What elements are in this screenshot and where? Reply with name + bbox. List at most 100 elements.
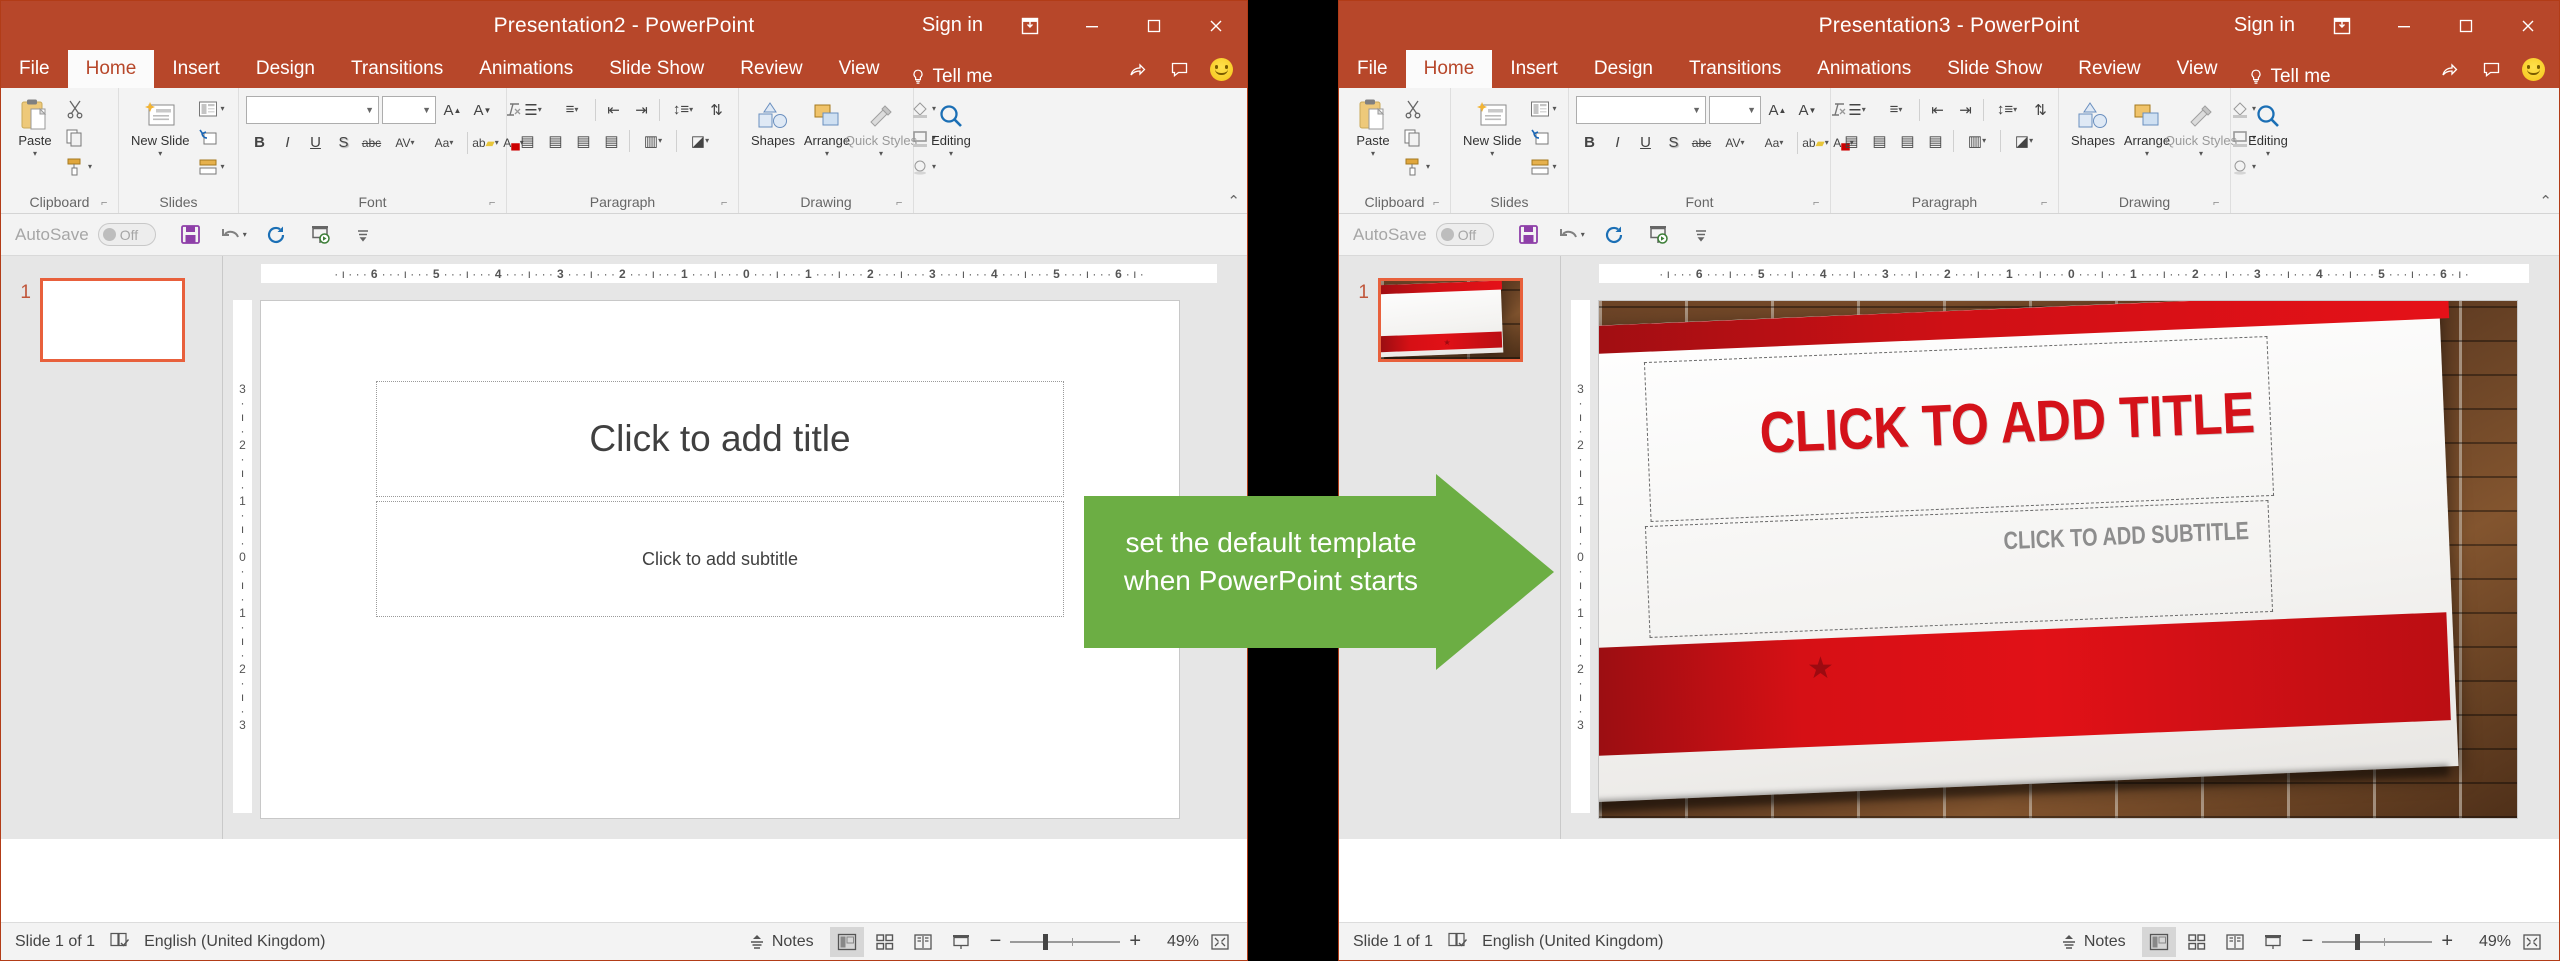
normal-view-button[interactable] bbox=[2141, 926, 2176, 957]
editing-button[interactable]: Editing ▾ bbox=[2241, 94, 2295, 160]
slide-show-view-button[interactable] bbox=[2256, 927, 2290, 957]
chevron-down-icon[interactable]: ▾ bbox=[2199, 149, 2203, 158]
shapes-button[interactable]: Shapes bbox=[746, 94, 800, 151]
increase-indent-icon[interactable]: ⇥ bbox=[1952, 96, 1979, 123]
sign-in-button[interactable]: Sign in bbox=[906, 14, 999, 37]
chevron-down-icon[interactable]: ▾ bbox=[1426, 162, 1430, 171]
tab-slide-show[interactable]: Slide Show bbox=[591, 50, 722, 88]
redo-icon[interactable] bbox=[257, 218, 297, 252]
increase-font-size-icon[interactable]: A ▲ bbox=[439, 97, 466, 124]
format-painter-button[interactable]: ▾ bbox=[62, 153, 95, 180]
clipboard-dialog-launcher[interactable]: ⌐ bbox=[101, 198, 112, 209]
share-icon[interactable] bbox=[2429, 50, 2469, 88]
close-icon[interactable] bbox=[1185, 1, 1247, 50]
tab-file[interactable]: File bbox=[1, 50, 68, 88]
smiley-face-icon[interactable] bbox=[1201, 50, 1241, 88]
zoom-out-icon[interactable]: − bbox=[990, 930, 1002, 953]
numbering-icon[interactable]: ≡ ▾ bbox=[1877, 96, 1915, 123]
tab-animations[interactable]: Animations bbox=[1799, 50, 1929, 88]
bullets-icon[interactable]: ☰ ▾ bbox=[1838, 96, 1876, 123]
zoom-out-icon[interactable]: − bbox=[2302, 930, 2314, 953]
comments-icon[interactable] bbox=[2471, 50, 2511, 88]
decrease-indent-icon[interactable]: ⇤ bbox=[1924, 96, 1951, 123]
tab-insert[interactable]: Insert bbox=[1492, 50, 1576, 88]
zoom-slider[interactable]: − + bbox=[2302, 930, 2453, 953]
strikethrough-icon[interactable]: abc bbox=[1688, 129, 1715, 156]
new-slide-button[interactable]: New Slide ▾ bbox=[1458, 94, 1527, 160]
text-direction-icon[interactable]: ⇅ bbox=[703, 96, 730, 123]
change-case-icon[interactable]: Aa ▾ bbox=[425, 129, 463, 156]
drawing-dialog-launcher[interactable]: ⌐ bbox=[2213, 198, 2224, 209]
zoom-handle[interactable] bbox=[2355, 933, 2361, 950]
chevron-down-icon[interactable]: ▾ bbox=[33, 149, 37, 158]
line-spacing-icon[interactable]: ↕≡ ▾ bbox=[1988, 96, 2026, 123]
align-right-icon[interactable]: ▤ bbox=[570, 127, 597, 154]
zoom-in-icon[interactable]: + bbox=[2441, 930, 2453, 953]
cut-button[interactable] bbox=[1400, 95, 1433, 122]
slide-thumbnail-1[interactable]: ★ bbox=[1378, 278, 1523, 362]
horizontal-ruler[interactable]: · ı · · · 6 · · · ı · · · 5 · · · ı · · … bbox=[1599, 264, 2529, 283]
minimize-icon[interactable] bbox=[2373, 1, 2435, 50]
chevron-down-icon[interactable]: ▾ bbox=[221, 104, 225, 113]
chevron-down-icon[interactable]: ▾ bbox=[949, 149, 953, 158]
tab-transitions[interactable]: Transitions bbox=[333, 50, 461, 88]
reset-button[interactable] bbox=[195, 124, 228, 151]
tell-me-search[interactable]: Tell me bbox=[2235, 66, 2344, 88]
zoom-in-icon[interactable]: + bbox=[1129, 930, 1141, 953]
justify-icon[interactable]: ▤ bbox=[1922, 127, 1949, 154]
notes-button[interactable]: Notes bbox=[2060, 933, 2126, 951]
smiley-face-icon[interactable] bbox=[2513, 50, 2553, 88]
start-slideshow-icon[interactable] bbox=[1638, 218, 1678, 252]
redo-icon[interactable] bbox=[1595, 218, 1635, 252]
paste-button[interactable]: Paste ▾ bbox=[8, 94, 62, 160]
strikethrough-icon[interactable]: abc bbox=[358, 129, 385, 156]
chevron-down-icon[interactable]: ▾ bbox=[2145, 149, 2149, 158]
qat-overflow-icon[interactable] bbox=[1681, 218, 1721, 252]
paragraph-dialog-launcher[interactable]: ⌐ bbox=[721, 198, 732, 209]
collapse-ribbon-icon[interactable]: ⌃ bbox=[1227, 192, 1240, 210]
layout-button[interactable]: ▾ bbox=[1527, 95, 1560, 122]
text-shadow-icon[interactable]: S bbox=[330, 129, 357, 156]
italic-icon[interactable]: I bbox=[274, 129, 301, 156]
quick-styles-button[interactable]: Quick Styles ▾ bbox=[2165, 94, 2237, 160]
undo-icon[interactable]: ▾ bbox=[1552, 218, 1592, 252]
tab-insert[interactable]: Insert bbox=[154, 50, 238, 88]
smartart-icon[interactable]: ◪ ▾ bbox=[2005, 127, 2043, 154]
quick-styles-button[interactable]: Quick Styles ▾ bbox=[845, 94, 917, 160]
paste-button[interactable]: Paste ▾ bbox=[1346, 94, 1400, 160]
font-name-combo[interactable]: ▼ bbox=[246, 96, 379, 124]
collapse-ribbon-icon[interactable]: ⌃ bbox=[2539, 192, 2552, 210]
bullets-icon[interactable]: ☰ ▾ bbox=[514, 96, 552, 123]
arrange-button[interactable]: Arrange ▾ bbox=[2120, 94, 2174, 160]
slide-sorter-view-button[interactable] bbox=[2180, 927, 2214, 957]
drawing-dialog-launcher[interactable]: ⌐ bbox=[896, 198, 907, 209]
chevron-down-icon[interactable]: ▾ bbox=[158, 149, 162, 158]
tab-review[interactable]: Review bbox=[722, 50, 820, 88]
tab-home[interactable]: Home bbox=[1405, 50, 1493, 88]
tab-review[interactable]: Review bbox=[2060, 50, 2158, 88]
tab-file[interactable]: File bbox=[1339, 50, 1406, 88]
reset-button[interactable] bbox=[1527, 124, 1560, 151]
decrease-font-size-icon[interactable]: A ▼ bbox=[469, 97, 496, 124]
save-icon[interactable] bbox=[1509, 218, 1549, 252]
zoom-track[interactable] bbox=[1010, 933, 1121, 950]
justify-icon[interactable]: ▤ bbox=[598, 127, 625, 154]
share-icon[interactable] bbox=[1117, 50, 1157, 88]
tell-me-search[interactable]: Tell me bbox=[897, 66, 1006, 88]
chevron-down-icon[interactable]: ▾ bbox=[88, 162, 92, 171]
cut-button[interactable] bbox=[62, 95, 95, 122]
decrease-font-size-icon[interactable]: A ▼ bbox=[1794, 97, 1821, 124]
bold-icon[interactable]: B bbox=[1576, 129, 1603, 156]
vertical-ruler[interactable]: 3 · ı · 2 · ı · 1 · ı · 0 · ı · 1 · ı · 2 · ı · 3 bbox=[1571, 300, 1590, 813]
increase-font-size-icon[interactable]: A ▲ bbox=[1764, 97, 1791, 124]
subtitle-placeholder[interactable]: Click to add subtitle bbox=[376, 501, 1064, 617]
text-shadow-icon[interactable]: S bbox=[1660, 129, 1687, 156]
character-spacing-icon[interactable]: AV ▾ bbox=[386, 129, 424, 156]
align-center-icon[interactable]: ▤ bbox=[542, 127, 569, 154]
spell-check-icon[interactable] bbox=[1447, 930, 1468, 954]
align-left-icon[interactable]: ▤ bbox=[514, 127, 541, 154]
change-case-icon[interactable]: Aa ▾ bbox=[1755, 129, 1793, 156]
paragraph-dialog-launcher[interactable]: ⌐ bbox=[2041, 198, 2052, 209]
horizontal-ruler[interactable]: · ı · · · 6 · · · ı · · · 5 · · · ı · · … bbox=[261, 264, 1217, 283]
align-right-icon[interactable]: ▤ bbox=[1894, 127, 1921, 154]
